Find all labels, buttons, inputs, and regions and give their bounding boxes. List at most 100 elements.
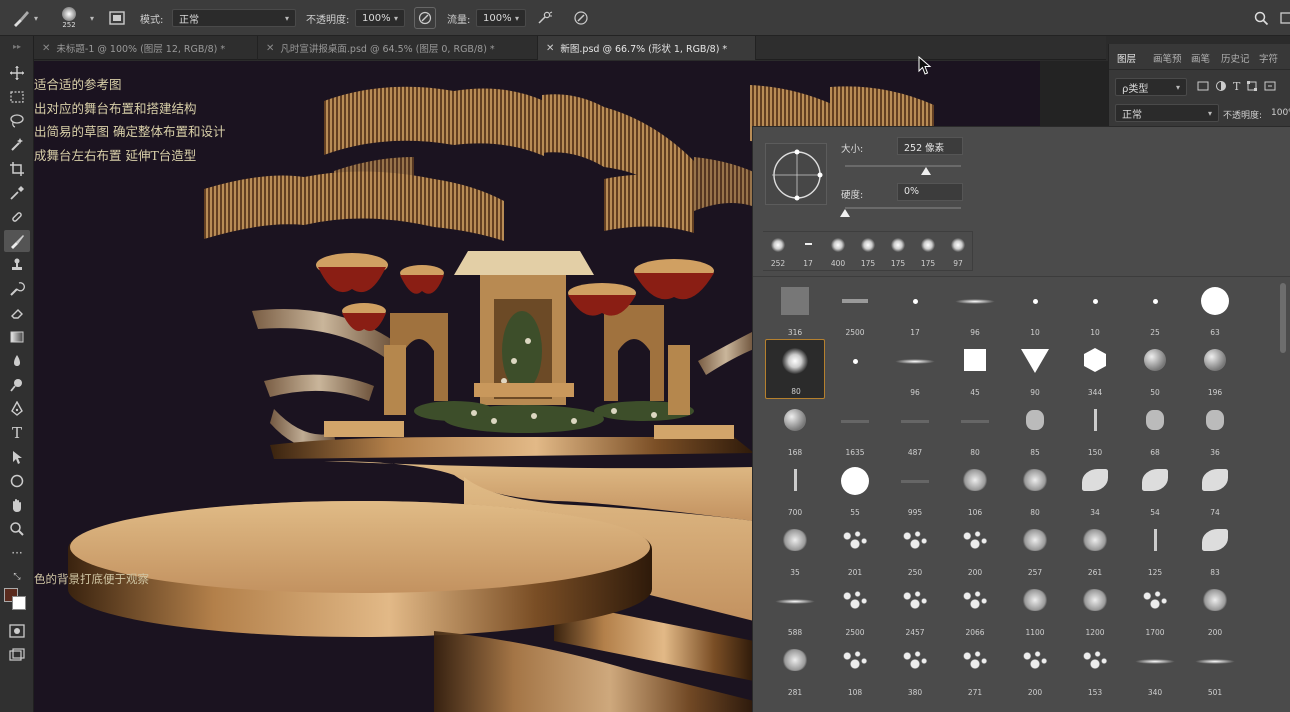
brush-preset[interactable]: 80 [765, 339, 825, 399]
brush-preset[interactable]: 25 [1125, 279, 1185, 339]
brush-preset[interactable]: 168 [765, 399, 825, 459]
brush-preset-picker[interactable]: 252 [62, 0, 76, 36]
brush-preset[interactable]: 108 [825, 639, 885, 699]
brush-preset[interactable]: 261 [1065, 519, 1125, 579]
hardness-slider-track[interactable] [840, 207, 961, 217]
brush-preset[interactable]: 1100 [1005, 579, 1065, 639]
smart-object-filter-icon[interactable] [1264, 80, 1276, 92]
brush-preset[interactable]: 380 [885, 639, 945, 699]
brush-preset[interactable] [825, 339, 885, 399]
tab-brush-settings[interactable]: 画笔预 [1153, 51, 1182, 65]
quick-select-tool-icon[interactable] [4, 134, 30, 156]
close-icon[interactable]: ✕ [266, 43, 274, 54]
tab-psd-desktop[interactable]: ✕ 凡时宣讲报桌面.psd @ 64.5% (图层 0, RGB/8) * [258, 36, 538, 60]
brush-preset[interactable]: 250 [885, 519, 945, 579]
eyedropper-tool-icon[interactable] [4, 182, 30, 204]
background-color-swatch[interactable] [12, 596, 26, 610]
recent-brush-preset[interactable]: 400 [823, 234, 853, 270]
brush-preset[interactable]: 2066 [945, 579, 1005, 639]
brush-preset[interactable]: 200 [1005, 639, 1065, 699]
recent-brush-preset[interactable]: 252 [763, 234, 793, 270]
brush-preset[interactable]: 34 [1065, 459, 1125, 519]
dodge-tool-icon[interactable] [4, 374, 30, 396]
brush-preset[interactable]: 487 [885, 399, 945, 459]
brush-preset[interactable]: 316 [765, 279, 825, 339]
size-slider-thumb[interactable] [921, 167, 932, 175]
opacity-input[interactable]: 100% ▾ [355, 9, 405, 27]
clone-stamp-tool-icon[interactable] [4, 254, 30, 276]
size-input[interactable]: 252 像素 [897, 137, 963, 155]
brush-preset[interactable]: 2457 [885, 579, 945, 639]
flow-input[interactable]: 100% ▾ [476, 9, 526, 27]
type-filter-icon[interactable]: T [1233, 80, 1240, 93]
brush-preset[interactable]: 995 [885, 459, 945, 519]
hardness-input[interactable]: 0% [897, 183, 963, 201]
marquee-tool-icon[interactable] [4, 86, 30, 108]
type-tool-icon[interactable]: T [4, 422, 30, 444]
history-brush-tool-icon[interactable] [4, 278, 30, 300]
close-icon[interactable]: ✕ [546, 43, 554, 54]
brush-preset[interactable]: 153 [1065, 639, 1125, 699]
brush-preset[interactable]: 201 [825, 519, 885, 579]
tab-history[interactable]: 历史记 [1221, 51, 1250, 65]
move-tool-icon[interactable] [4, 62, 30, 84]
brush-preset[interactable]: 17 [885, 279, 945, 339]
screen-mode-icon[interactable] [4, 644, 30, 666]
brush-preset[interactable]: 1200 [1065, 579, 1125, 639]
brush-tool-icon[interactable]: ▾ [10, 0, 38, 36]
brush-preset[interactable]: 90 [1005, 339, 1065, 399]
brush-preset[interactable]: 80 [945, 399, 1005, 459]
brush-preset[interactable]: 83 [1185, 519, 1245, 579]
hardness-slider-thumb[interactable] [840, 209, 850, 217]
lasso-tool-icon[interactable] [4, 110, 30, 132]
brush-preset[interactable]: 271 [945, 639, 1005, 699]
brush-preset[interactable]: 68 [1125, 399, 1185, 459]
brush-preset[interactable]: 96 [885, 339, 945, 399]
blur-tool-icon[interactable] [4, 350, 30, 372]
shape-tool-icon[interactable] [4, 470, 30, 492]
pen-tool-icon[interactable] [4, 398, 30, 420]
search-icon[interactable] [1250, 7, 1272, 29]
brush-preset[interactable]: 35 [765, 519, 825, 579]
workspace-icon[interactable] [1276, 7, 1290, 29]
brush-preset[interactable]: 2500 [825, 579, 885, 639]
recent-brush-preset[interactable]: 97 [943, 234, 973, 270]
swap-colors-icon[interactable]: ⤡ [4, 566, 30, 588]
tab-character[interactable]: 字符 [1259, 51, 1278, 65]
brush-preset[interactable]: 80 [1005, 459, 1065, 519]
more-tools-icon[interactable]: ··· [4, 542, 30, 564]
layer-filter-select[interactable]: ρ类型 ▾ [1115, 78, 1187, 96]
gradient-tool-icon[interactable] [4, 326, 30, 348]
brush-preset[interactable]: 55 [825, 459, 885, 519]
brush-preset[interactable]: 36 [1185, 399, 1245, 459]
pixel-filter-icon[interactable] [1197, 80, 1209, 92]
layer-opacity-value[interactable]: 100% [1271, 108, 1290, 118]
brush-preset[interactable]: 196 [1185, 339, 1245, 399]
brush-preset[interactable]: 700 [765, 459, 825, 519]
adjustment-filter-icon[interactable] [1215, 80, 1227, 92]
healing-brush-tool-icon[interactable] [4, 206, 30, 228]
brush-preset[interactable]: 63 [1185, 279, 1245, 339]
toggle-brush-panel-icon[interactable] [108, 0, 126, 36]
brush-preset[interactable]: 54 [1125, 459, 1185, 519]
scrollbar-thumb[interactable] [1280, 283, 1286, 353]
brush-preset[interactable]: 501 [1185, 639, 1245, 699]
size-slider-track[interactable] [845, 165, 961, 175]
quick-mask-icon[interactable] [4, 620, 30, 642]
brush-preset[interactable]: 10 [1065, 279, 1125, 339]
brush-preset[interactable]: 1700 [1125, 579, 1185, 639]
brush-preset[interactable]: 125 [1125, 519, 1185, 579]
recent-brush-preset[interactable]: 175 [853, 234, 883, 270]
brush-tool-icon[interactable] [4, 230, 30, 252]
hand-tool-icon[interactable] [4, 494, 30, 516]
brush-preset[interactable]: 200 [945, 519, 1005, 579]
tab-new-psd[interactable]: ✕ 新图.psd @ 66.7% (形状 1, RGB/8) * [538, 36, 756, 60]
brush-preset[interactable]: 200 [1185, 579, 1245, 639]
tab-brushes[interactable]: 画笔 [1191, 51, 1210, 65]
brush-preset[interactable]: 50 [1125, 339, 1185, 399]
brush-preset[interactable]: 344 [1065, 339, 1125, 399]
brush-picker-chevron-icon[interactable]: ▾ [90, 0, 94, 36]
pressure-opacity-icon[interactable] [414, 7, 436, 29]
brush-preset[interactable]: 150 [1065, 399, 1125, 459]
close-icon[interactable]: ✕ [42, 43, 50, 54]
